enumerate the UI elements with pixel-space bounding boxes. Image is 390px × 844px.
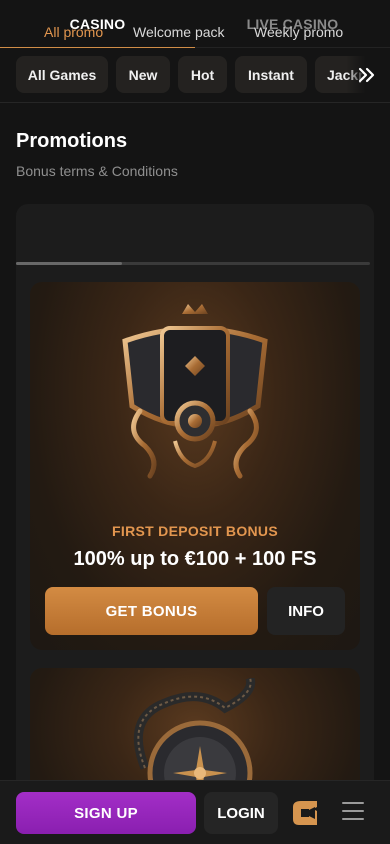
brand-logo-icon[interactable]	[289, 797, 321, 829]
tab-weekly-promo[interactable]: Weekly promo	[254, 24, 343, 40]
category-row: All Games New Hot Instant Jackpot	[0, 48, 390, 102]
menu-icon[interactable]	[342, 802, 364, 822]
terms-link[interactable]: Bonus terms & Conditions	[16, 163, 178, 179]
category-instant[interactable]: Instant	[235, 56, 307, 93]
divider	[0, 102, 390, 103]
card-title: 100% up to €100 + 100 FS	[73, 548, 317, 570]
category-hot[interactable]: Hot	[178, 56, 227, 93]
scroll-more-button[interactable]	[346, 56, 390, 93]
info-button[interactable]: INFO	[267, 587, 345, 635]
tab-scroll-thumb[interactable]	[16, 262, 122, 265]
card-shield-artwork	[122, 304, 268, 479]
sign-up-button[interactable]: SIGN UP	[16, 792, 196, 834]
bottom-bar: SIGN UP LOGIN	[0, 780, 390, 844]
tab-all-promo[interactable]: All promo	[44, 24, 103, 40]
page-title: Promotions	[16, 130, 128, 152]
category-all-games[interactable]: All Games	[16, 56, 108, 93]
chevron-double-right-icon	[358, 67, 375, 82]
get-bonus-button[interactable]: GET BONUS	[45, 587, 258, 635]
category-new[interactable]: New	[116, 56, 170, 93]
card-label: FIRST DEPOSIT BONUS	[112, 523, 278, 539]
promo-card: FIRST DEPOSIT BONUS 100% up to €100 + 10…	[30, 282, 360, 650]
login-button[interactable]: LOGIN	[204, 792, 278, 834]
tab-welcome-pack[interactable]: Welcome pack	[133, 24, 225, 40]
